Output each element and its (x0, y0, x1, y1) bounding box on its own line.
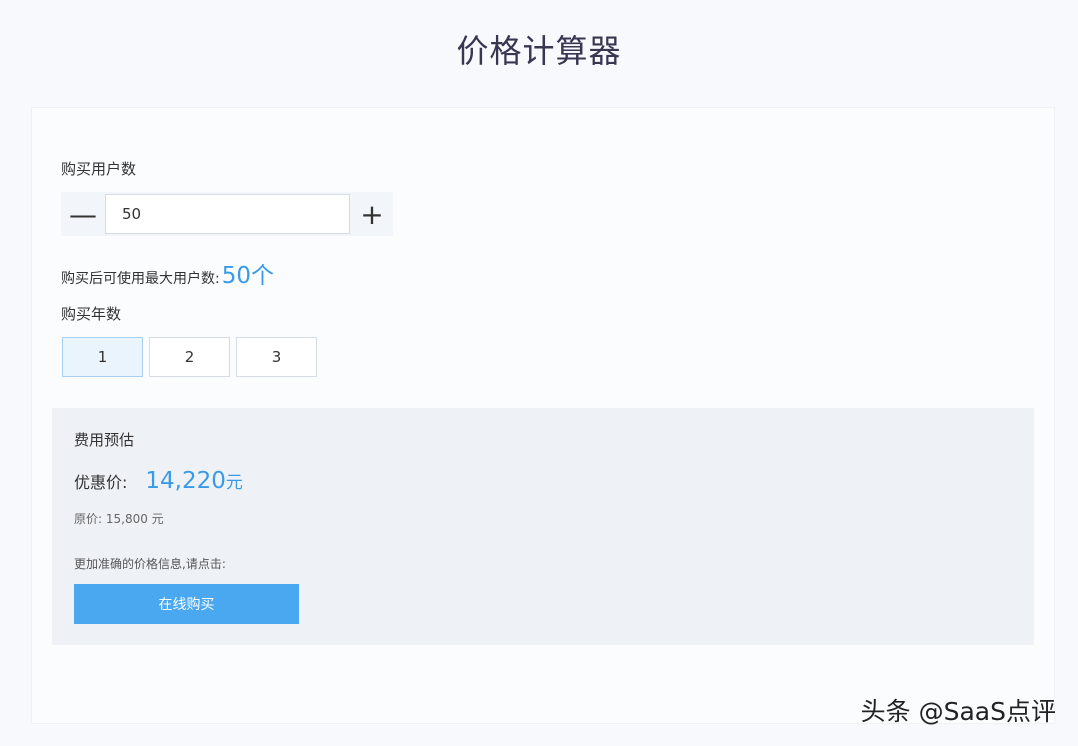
page-title: 价格计算器 (456, 32, 622, 70)
years-selector: 1 2 3 (62, 337, 323, 377)
user-count-input[interactable] (105, 194, 350, 234)
original-price: 原价: 15,800 元 (74, 512, 164, 526)
discount-label: 优惠价: (74, 473, 128, 492)
cost-estimate-panel: 费用预估 优惠价: 14,220 元 原价: 15,800 元 更加准确的价格信… (52, 408, 1034, 645)
max-users-info: 购买后可使用最大用户数: 50个 (61, 256, 274, 290)
year-option-3[interactable]: 3 (236, 337, 317, 377)
price-hint: 更加准确的价格信息,请点击: (74, 557, 226, 571)
max-users-label: 购买后可使用最大用户数: (61, 271, 220, 287)
estimate-title: 费用预估 (74, 431, 135, 449)
max-users-value: 50个 (221, 263, 274, 289)
year-option-1[interactable]: 1 (62, 337, 143, 377)
discount-unit: 元 (225, 473, 243, 493)
increment-button[interactable]: + (350, 192, 394, 236)
user-count-stepper: — + (61, 192, 393, 236)
years-label: 购买年数 (61, 305, 122, 323)
year-option-2[interactable]: 2 (149, 337, 230, 377)
user-count-label: 购买用户数 (61, 160, 137, 178)
buy-online-button[interactable]: 在线购买 (74, 584, 299, 624)
watermark: 头条 @SaaS点评 (860, 697, 1056, 726)
decrement-button[interactable]: — (61, 192, 105, 236)
discount-price-row: 优惠价: 14,220 元 (74, 468, 243, 494)
discount-amount: 14,220 (145, 468, 226, 494)
